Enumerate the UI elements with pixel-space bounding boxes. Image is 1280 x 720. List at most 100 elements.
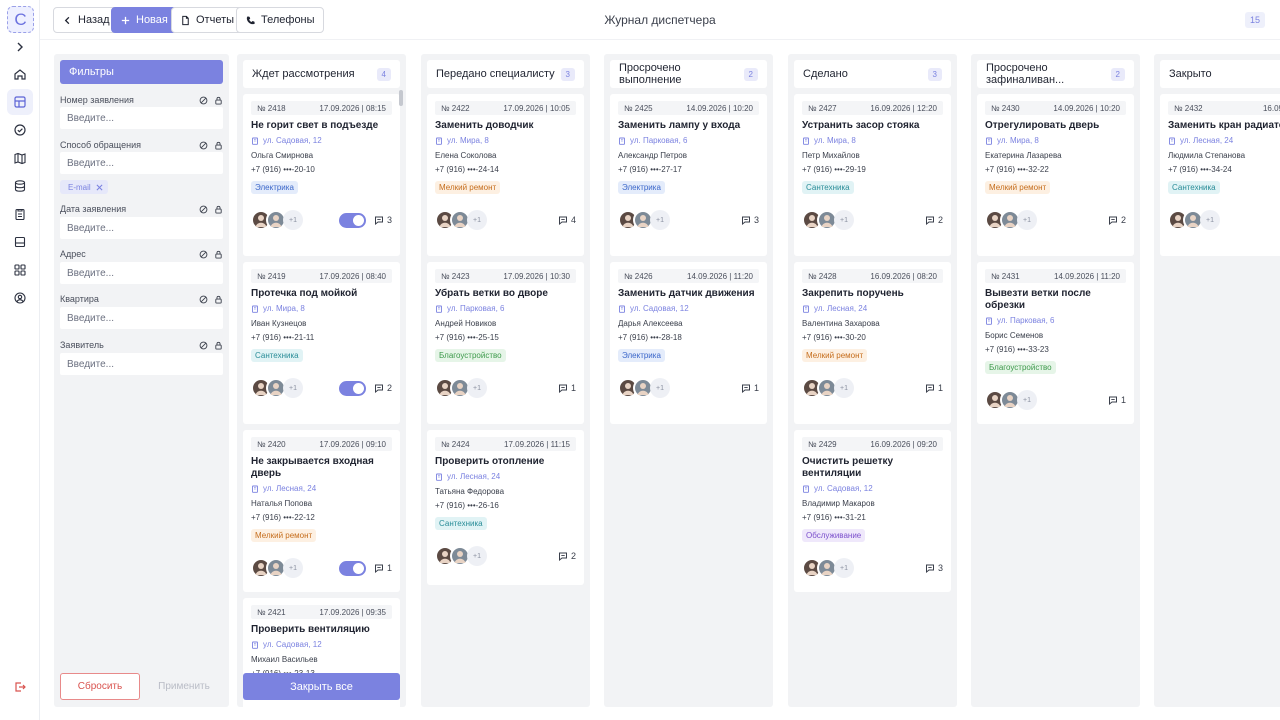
request-card[interactable]: № 2427 16.09.2026 | 12:20 Устранить засор …	[794, 94, 951, 256]
card-address[interactable]: ул. Парковая, 6	[435, 304, 504, 313]
comments-count[interactable]: 1	[1108, 395, 1126, 405]
card-address[interactable]: ул. Садовая, 12	[802, 484, 873, 493]
card-address[interactable]: ул. Мира, 8	[251, 304, 305, 313]
card-address[interactable]: ул. Парковая, 6	[618, 136, 687, 145]
clear-icon[interactable]	[199, 295, 208, 304]
comments-count[interactable]: 1	[925, 383, 943, 393]
request-card[interactable]: № 2430 14.09.2026 | 10:20 Отрегулировать д…	[977, 94, 1134, 256]
nav-clipboard[interactable]	[7, 201, 33, 227]
close-icon[interactable]	[96, 184, 103, 191]
request-card[interactable]: № 2425 14.09.2026 | 10:20 Заменить лампу у…	[610, 94, 767, 256]
column-header[interactable]: Передано специалисту 3	[427, 60, 584, 88]
applicant-input[interactable]: Введите...	[60, 353, 223, 375]
clear-icon[interactable]	[199, 250, 208, 259]
more-assignees-badge[interactable]: +1	[650, 210, 670, 230]
nav-grid[interactable]	[7, 257, 33, 283]
comments-count[interactable]: 4	[558, 215, 576, 225]
comments-count[interactable]: 1	[374, 563, 392, 573]
request-card[interactable]: № 2431 14.09.2026 | 11:20 Вывезти ветки по…	[977, 262, 1134, 424]
comments-count[interactable]: 2	[925, 215, 943, 225]
nav-database[interactable]	[7, 173, 33, 199]
nav-map[interactable]	[7, 145, 33, 171]
card-address[interactable]: ул. Мира, 8	[802, 136, 856, 145]
request-card[interactable]: № 2428 16.09.2026 | 08:20 Закрепить поруче…	[794, 262, 951, 424]
apartment-input[interactable]: Введите...	[60, 307, 223, 329]
request-card[interactable]: № 2418 17.09.2026 | 08:15 Не горит свет в …	[243, 94, 400, 256]
column-scrollbar[interactable]	[399, 90, 403, 106]
nav-list[interactable]	[7, 229, 33, 255]
more-assignees-badge[interactable]: +1	[650, 378, 670, 398]
filters-header[interactable]: Фильтры	[60, 60, 223, 84]
more-assignees-badge[interactable]: +1	[283, 210, 303, 230]
nav-home[interactable]	[7, 61, 33, 87]
card-address[interactable]: ул. Садовая, 12	[618, 304, 689, 313]
card-toggle[interactable]	[338, 560, 366, 576]
request-card[interactable]: № 2424 17.09.2026 | 11:15 Проверить отопле…	[427, 430, 584, 585]
application-number-input[interactable]: Введите...	[60, 107, 223, 129]
more-assignees-badge[interactable]: +1	[1200, 210, 1220, 230]
column-header[interactable]: Просрочено выполнение 2	[610, 60, 767, 88]
clear-icon[interactable]	[199, 141, 208, 150]
request-card[interactable]: № 2423 17.09.2026 | 10:30 Убрать ветки во …	[427, 262, 584, 424]
contact-method-input[interactable]: Введите...	[60, 152, 223, 174]
more-assignees-badge[interactable]: +1	[283, 558, 303, 578]
more-assignees-badge[interactable]: +1	[467, 378, 487, 398]
column-header[interactable]: Просрочено зафиналиван... 2	[977, 60, 1134, 88]
lock-icon[interactable]	[214, 295, 223, 304]
more-assignees-badge[interactable]: +1	[467, 210, 487, 230]
lock-icon[interactable]	[214, 205, 223, 214]
card-address[interactable]: ул. Лесная, 24	[435, 472, 500, 481]
clear-icon[interactable]	[199, 96, 208, 105]
lock-icon[interactable]	[214, 96, 223, 105]
close-all-button[interactable]: Закрыть все	[243, 673, 400, 700]
card-address[interactable]: ул. Парковая, 6	[985, 316, 1054, 325]
card-address[interactable]: ул. Мира, 8	[435, 136, 489, 145]
email-chip[interactable]: E-mail	[60, 180, 108, 194]
comments-count[interactable]: 2	[558, 551, 576, 561]
more-assignees-badge[interactable]: +1	[834, 378, 854, 398]
lock-icon[interactable]	[214, 341, 223, 350]
logout-button[interactable]	[7, 674, 33, 700]
card-address[interactable]: ул. Садовая, 12	[251, 640, 322, 649]
card-address[interactable]: ул. Мира, 8	[985, 136, 1039, 145]
column-header[interactable]: Ждет рассмотрения 4	[243, 60, 400, 88]
comments-count[interactable]: 3	[741, 215, 759, 225]
more-assignees-badge[interactable]: +1	[834, 210, 854, 230]
comments-count[interactable]: 3	[374, 215, 392, 225]
nav-tasks[interactable]	[7, 117, 33, 143]
request-card[interactable]: № 2420 17.09.2026 | 09:10 Не закрывается в…	[243, 430, 400, 592]
lock-icon[interactable]	[214, 250, 223, 259]
apply-button[interactable]: Применить	[144, 673, 224, 700]
request-card[interactable]: № 2422 17.09.2026 | 10:05 Заменить доводчи…	[427, 94, 584, 256]
comments-count[interactable]: 2	[374, 383, 392, 393]
request-card[interactable]: № 2419 17.09.2026 | 08:40 Протечка под мой…	[243, 262, 400, 424]
card-address[interactable]: ул. Садовая, 12	[251, 136, 322, 145]
more-assignees-badge[interactable]: +1	[1017, 390, 1037, 410]
comments-count[interactable]: 3	[925, 563, 943, 573]
app-logo[interactable]: C	[7, 6, 34, 33]
request-card[interactable]: № 2426 14.09.2026 | 11:20 Заменить датчик …	[610, 262, 767, 424]
request-card[interactable]: № 2429 16.09.2026 | 09:20 Очистить решетку…	[794, 430, 951, 592]
comments-count[interactable]: 1	[741, 383, 759, 393]
card-toggle[interactable]	[338, 212, 366, 228]
lock-icon[interactable]	[214, 141, 223, 150]
nav-profile[interactable]	[7, 285, 33, 311]
card-toggle[interactable]	[338, 380, 366, 396]
more-assignees-badge[interactable]: +1	[467, 546, 487, 566]
comments-count[interactable]: 1	[558, 383, 576, 393]
comments-count[interactable]: 2	[1108, 215, 1126, 225]
nav-board[interactable]	[7, 89, 33, 115]
more-assignees-badge[interactable]: +1	[834, 558, 854, 578]
more-assignees-badge[interactable]: +1	[283, 378, 303, 398]
reset-button[interactable]: Сбросить	[60, 673, 140, 700]
expand-rail-button[interactable]	[7, 34, 33, 60]
request-card[interactable]: № 2432 16.09.2026 Заменить кран радиатора у…	[1160, 94, 1280, 256]
card-address[interactable]: ул. Лесная, 24	[251, 484, 316, 493]
application-date-input[interactable]: Введите...	[60, 217, 223, 239]
clear-icon[interactable]	[199, 205, 208, 214]
address-input[interactable]: Введите...	[60, 262, 223, 284]
clear-icon[interactable]	[199, 341, 208, 350]
column-header[interactable]: Сделано 3	[794, 60, 951, 88]
card-address[interactable]: ул. Лесная, 24	[802, 304, 867, 313]
more-assignees-badge[interactable]: +1	[1017, 210, 1037, 230]
